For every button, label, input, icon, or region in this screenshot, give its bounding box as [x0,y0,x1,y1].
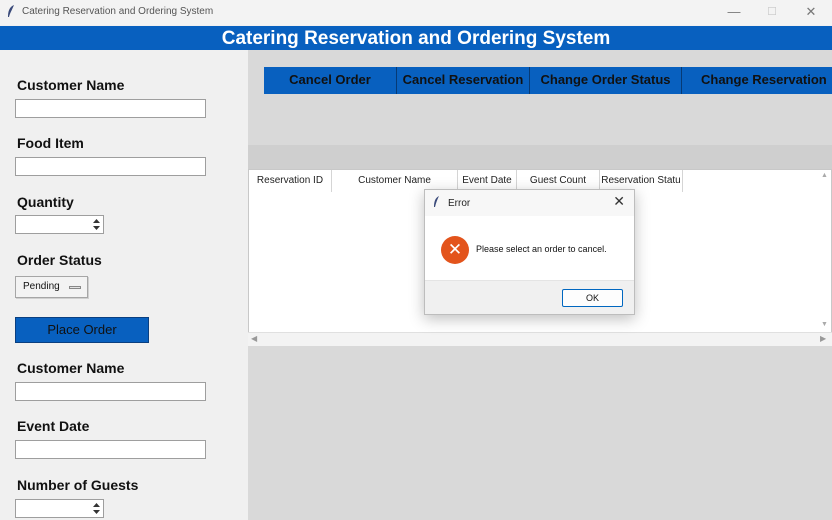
minimize-button[interactable]: — [724,3,744,21]
food-item-label: Food Item [17,135,84,151]
reservation-customer-name-label: Customer Name [17,360,125,376]
order-customer-name-input[interactable] [15,99,206,118]
quantity-label: Quantity [17,194,74,210]
separator-band [248,145,832,169]
food-item-input[interactable] [15,157,206,176]
dialog-title-bar: Error ✕ [425,190,634,216]
place-order-button[interactable]: Place Order [15,317,149,343]
cancel-order-button[interactable]: Cancel Order [264,67,397,94]
close-button[interactable]: ✕ [801,3,821,21]
order-status-value: Pending [23,281,60,292]
left-panel: Customer Name Food Item Quantity Order S… [0,50,248,520]
spin-arrows-icon[interactable] [92,501,101,516]
scroll-left-icon[interactable]: ◀ [251,334,257,343]
column-header[interactable]: Reservation ID [249,170,332,192]
change-order-status-button[interactable]: Change Order Status [530,67,682,94]
guests-spinbox[interactable] [15,499,104,518]
horizontal-scrollbar[interactable]: ◀ ▶ [248,332,832,346]
feather-icon [434,196,439,207]
feather-icon [8,5,14,17]
dialog-close-button[interactable]: ✕ [613,193,625,210]
dialog-title: Error [448,198,471,209]
scroll-right-icon[interactable]: ▶ [820,334,826,343]
guests-label: Number of Guests [17,477,139,493]
app-banner: Catering Reservation and Ordering System [0,26,832,50]
maximize-button[interactable]: ☐ [762,3,782,21]
order-status-label: Order Status [17,252,102,268]
spin-arrows-icon[interactable] [92,217,101,232]
ok-button[interactable]: OK [562,289,623,307]
order-status-dropdown[interactable]: Pending [15,276,88,298]
cancel-reservation-button[interactable]: Cancel Reservation [397,67,530,94]
window-title: Catering Reservation and Ordering System [22,6,214,17]
dialog-footer: OK [425,280,634,314]
scroll-up-icon[interactable]: ▲ [821,172,828,179]
error-dialog: Error ✕ ✕ Please select an order to canc… [424,189,635,315]
quantity-spinbox[interactable] [15,215,104,234]
event-date-input[interactable] [15,440,206,459]
action-toolbar: Cancel Order Cancel Reservation Change O… [264,67,832,94]
option-menu-indicator-icon [69,286,81,289]
order-customer-name-label: Customer Name [17,77,125,93]
error-message: Please select an order to cancel. [476,244,607,254]
app-window: Catering Reservation and Ordering System… [0,0,832,520]
title-bar: Catering Reservation and Ordering System… [0,0,832,25]
reservation-customer-name-input[interactable] [15,382,206,401]
scroll-down-icon[interactable]: ▼ [821,321,828,328]
vertical-scrollbar[interactable]: ▲ ▼ [819,170,831,345]
change-reservation-button[interactable]: Change Reservation [682,67,832,94]
error-icon: ✕ [441,236,469,264]
event-date-label: Event Date [17,418,90,434]
